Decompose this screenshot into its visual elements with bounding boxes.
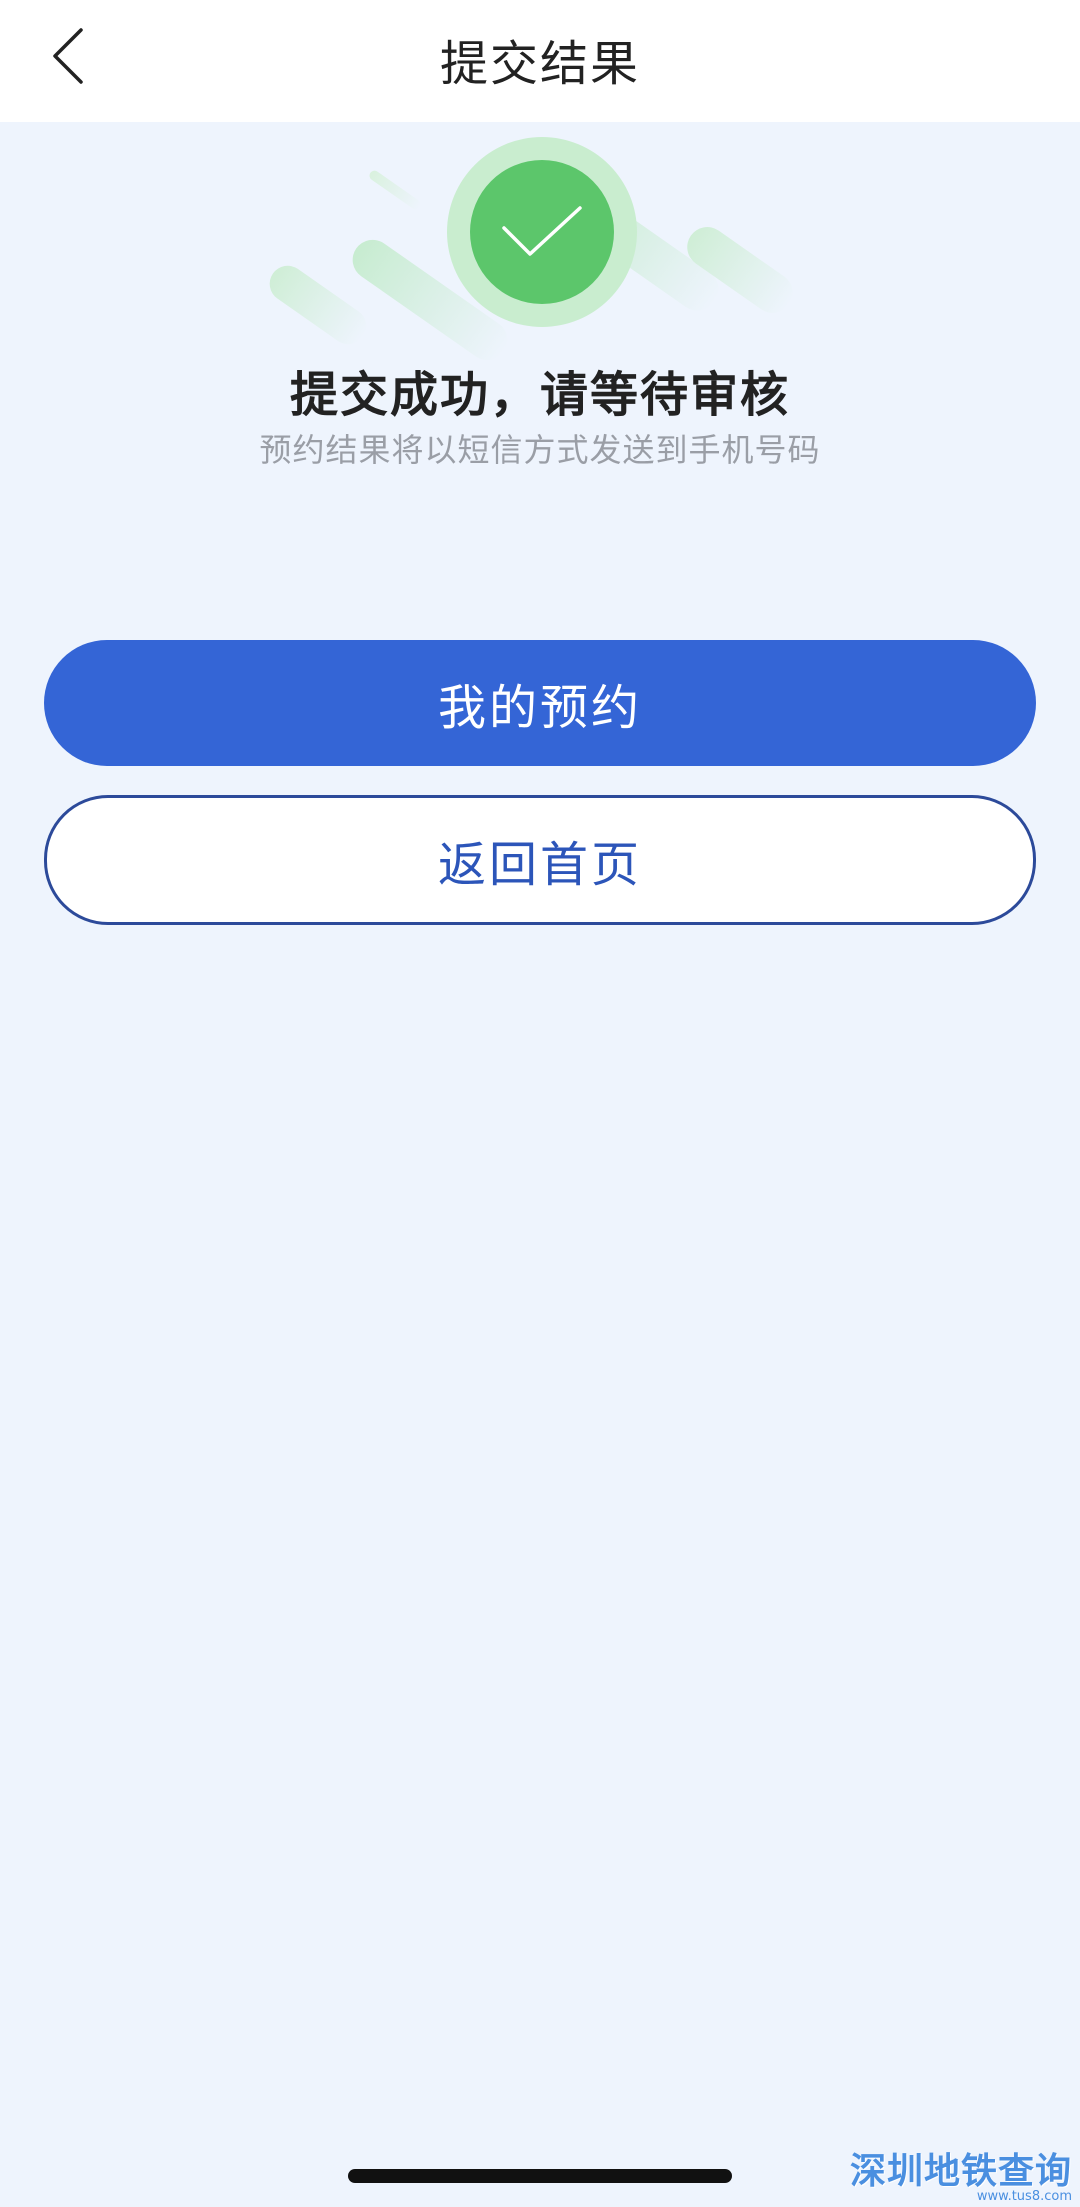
success-badge-inner <box>470 160 614 304</box>
result-subtitle: 预约结果将以短信方式发送到手机号码 <box>259 431 821 469</box>
decorative-streak <box>367 168 423 212</box>
page-title: 提交结果 <box>439 36 640 92</box>
success-badge <box>447 137 637 327</box>
success-illustration <box>260 130 820 380</box>
nav-bar: 提交结果 <box>0 0 1080 122</box>
watermark-text: 深圳地铁查询 <box>849 2151 1072 2192</box>
back-to-home-button[interactable]: 返回首页 <box>44 795 1036 925</box>
checkmark-icon <box>502 206 582 256</box>
watermark: 深圳地铁查询 www.tus8.com <box>849 2151 1072 2204</box>
home-indicator <box>348 2169 732 2183</box>
result-title: 提交成功，请等待审核 <box>289 367 790 423</box>
my-appointments-button[interactable]: 我的预约 <box>44 640 1036 766</box>
